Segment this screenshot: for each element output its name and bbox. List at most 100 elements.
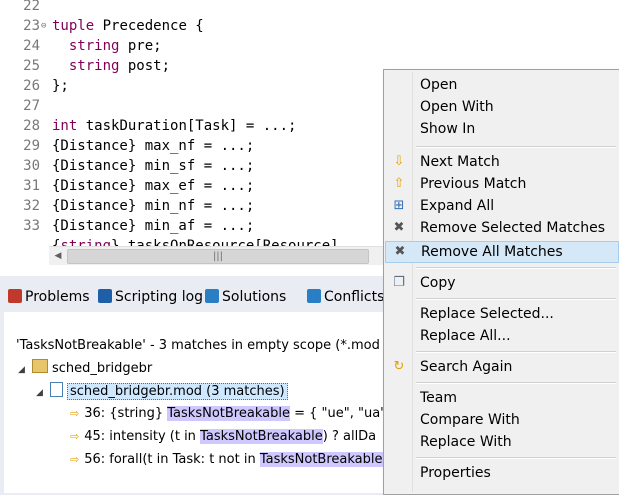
view-tabs: Problems Scripting log Solutions Conflicts [4, 284, 384, 312]
code-line: 22 [0, 0, 619, 16]
match-prefix: 36: {string} [84, 406, 168, 421]
code-text: {Distance} max_nf = ...; [52, 138, 255, 154]
match-highlight: TasksNotBreakable [200, 429, 323, 444]
menu-item-open[interactable]: Open [384, 74, 619, 96]
menu-item-label: Compare With [420, 412, 520, 428]
menu-item-replace-all[interactable]: Replace All... [384, 325, 619, 347]
code-text: {Distance} max_ef = ...; [52, 178, 255, 194]
match-arrow-icon: ⇨ [70, 430, 80, 443]
code-text: string pre; [68, 38, 162, 54]
menu-item-label: Replace All... [420, 328, 511, 344]
menu-item-label: Search Again [420, 359, 513, 375]
tab-scripting-log[interactable]: Scripting log [98, 284, 203, 310]
line-number: 30 [23, 158, 40, 174]
match-suffix: = { "ue", "ua", [289, 406, 391, 421]
search-summary: 'TasksNotBreakable' - 3 matches in empty… [16, 338, 380, 353]
next-match-icon: ⇩ [393, 154, 405, 169]
tree-file[interactable]: ◢ sched_bridgebr.mod (3 matches) [36, 382, 288, 402]
menu-item-remove-selected-matches[interactable]: ✖ Remove Selected Matches [384, 217, 619, 239]
match-arrow-icon: ⇨ [70, 453, 80, 466]
remove-selected-icon: ✖ [393, 220, 405, 235]
search-results-view: 'TasksNotBreakable' - 3 matches in empty… [4, 312, 390, 493]
match-highlight: TasksNotBreakable [167, 406, 290, 421]
previous-match-icon: ⇧ [393, 176, 405, 191]
line-number: 32 [23, 198, 40, 214]
line-number: 28 [23, 118, 40, 134]
menu-item-label: Open [420, 77, 458, 93]
match-row[interactable]: ⇨ 45: intensity (t in TasksNotBreakable) … [70, 427, 376, 447]
code-line: 23 ⊖ tuple Precedence { [0, 16, 619, 36]
menu-separator [416, 382, 616, 384]
scrollbar-thumb[interactable]: ||| [67, 249, 369, 264]
code-text: int taskDuration[Task] = ...; [52, 118, 297, 134]
menu-item-label: Open With [420, 99, 494, 115]
tab-label: Scripting log [115, 289, 204, 305]
tab-conflicts[interactable]: Conflicts [307, 284, 384, 310]
horizontal-scrollbar[interactable]: ◀ ||| [49, 246, 385, 265]
match-row[interactable]: ⇨ 56: forall(t in Task: t not in TasksNot… [70, 450, 383, 470]
menu-item-copy[interactable]: ❐ Copy [384, 272, 619, 294]
menu-item-remove-all-matches[interactable]: ✖ Remove All Matches [385, 241, 619, 263]
tab-label: Problems [25, 289, 90, 305]
menu-item-team[interactable]: Team [384, 387, 619, 409]
collapse-icon[interactable]: ◢ [18, 360, 28, 380]
code-line: 24 string pre; [0, 36, 619, 56]
menu-separator [416, 267, 616, 269]
menu-item-show-in[interactable]: Show In [384, 118, 619, 140]
line-number: 31 [23, 178, 40, 194]
tab-solutions[interactable]: Solutions [205, 284, 286, 310]
menu-item-label: Remove All Matches [421, 244, 563, 260]
search-again-icon: ↻ [393, 359, 405, 374]
match-prefix: 45: intensity (t in [84, 429, 201, 444]
code-text: tuple Precedence { [52, 18, 204, 34]
line-number: 24 [23, 38, 40, 54]
tree-project[interactable]: ◢ sched_bridgebr [18, 359, 152, 379]
line-number: 33 [23, 218, 40, 234]
scripting-log-icon [98, 289, 112, 303]
menu-item-expand-all[interactable]: ⊞ Expand All [384, 195, 619, 217]
expand-all-icon: ⊞ [393, 198, 405, 213]
collapse-icon[interactable]: ◢ [36, 383, 46, 403]
tab-label: Conflicts [324, 289, 385, 305]
solutions-icon [205, 289, 219, 303]
context-menu: Open Open With Show In ⇩ Next Match ⇧ Previous… [383, 69, 619, 495]
menu-item-label: Previous Match [420, 176, 527, 192]
menu-item-next-match[interactable]: ⇩ Next Match [384, 151, 619, 173]
menu-item-label: Replace Selected... [420, 306, 554, 322]
code-text: {Distance} min_nf = ...; [52, 198, 255, 214]
menu-item-properties[interactable]: Properties [384, 462, 619, 484]
menu-item-label: Remove Selected Matches [420, 220, 606, 236]
line-number: 25 [23, 58, 40, 74]
menu-item-compare-with[interactable]: Compare With [384, 409, 619, 431]
problems-icon [8, 289, 22, 303]
code-text: string post; [68, 58, 171, 74]
copy-icon: ❐ [393, 275, 405, 290]
match-row[interactable]: ⇨ 36: {string} TasksNotBreakable = { "ue"… [70, 404, 390, 424]
menu-item-previous-match[interactable]: ⇧ Previous Match [384, 173, 619, 195]
project-icon [32, 359, 48, 373]
menu-item-replace-with[interactable]: Replace With [384, 431, 619, 453]
menu-item-replace-selected[interactable]: Replace Selected... [384, 303, 619, 325]
fold-icon[interactable]: ⊖ [41, 16, 46, 36]
menu-item-label: Team [420, 390, 458, 406]
file-label: sched_bridgebr.mod (3 matches) [67, 383, 288, 400]
line-number: 29 [23, 138, 40, 154]
menu-separator [416, 351, 616, 353]
tab-label: Solutions [222, 289, 287, 305]
menu-item-search-again[interactable]: ↻ Search Again [384, 356, 619, 378]
match-arrow-icon: ⇨ [70, 407, 80, 420]
menu-item-label: Next Match [420, 154, 500, 170]
match-prefix: 56: forall(t in Task: t not in [84, 452, 260, 467]
remove-all-icon: ✖ [394, 244, 406, 259]
match-highlight: TasksNotBreakable [259, 452, 383, 467]
tab-problems[interactable]: Problems [8, 284, 90, 310]
menu-separator [416, 146, 616, 148]
menu-item-open-with[interactable]: Open With [384, 96, 619, 118]
menu-item-label: Expand All [420, 198, 495, 214]
code-text: {Distance} min_af = ...; [52, 218, 255, 234]
scroll-left-arrow[interactable]: ◀ [51, 249, 65, 263]
line-number: 23 [23, 18, 40, 34]
menu-separator [416, 298, 616, 300]
line-number: 26 [23, 78, 40, 94]
code-text: {Distance} min_sf = ...; [52, 158, 255, 174]
